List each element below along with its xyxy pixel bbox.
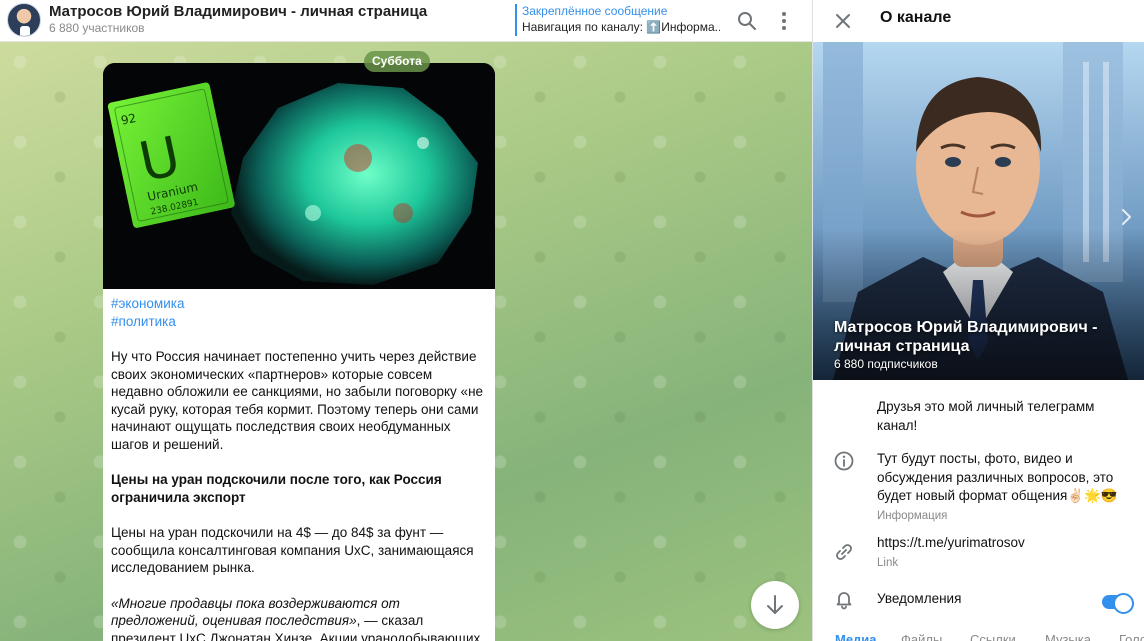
subscriber-count: 6 880 подписчиков	[834, 357, 938, 371]
channel-cover-photo[interactable]: Матросов Юрий Владимирович - личная стра…	[813, 42, 1144, 380]
tab-links[interactable]: Ссылки	[970, 632, 1016, 641]
search-button[interactable]	[734, 8, 760, 34]
notifications-label: Уведомления	[877, 591, 962, 606]
more-menu-button[interactable]	[771, 8, 797, 34]
more-vertical-icon	[782, 12, 786, 30]
chevron-right-icon	[1122, 209, 1131, 225]
link-text-block: https://t.me/yurimatrosov Link	[877, 534, 1129, 572]
post-text: #экономика #политика Ну что Россия начин…	[103, 289, 495, 641]
channel-avatar[interactable]	[7, 3, 41, 37]
tab-media[interactable]: Медиа	[835, 632, 877, 641]
info-panel-header: О канале	[813, 0, 1144, 42]
info-icon	[833, 450, 855, 472]
chat-header[interactable]: Матросов Юрий Владимирович - личная стра…	[0, 0, 812, 42]
post-paragraph: «Многие продавцы пока воздерживаются от …	[111, 595, 487, 641]
uranium-photo-illustration: 92 U Uranium 238.02891	[103, 63, 495, 289]
channel-title[interactable]: Матросов Юрий Владимирович - личная стра…	[49, 3, 427, 20]
notifications-toggle[interactable]	[1102, 593, 1134, 614]
channel-link[interactable]: https://t.me/yurimatrosov	[877, 534, 1129, 553]
info-panel-title: О канале	[880, 9, 952, 26]
tab-music[interactable]: Музыка	[1045, 632, 1091, 641]
pinned-message-bar[interactable]: Закреплённое сообщение Навигация по кана…	[515, 4, 720, 36]
scroll-down-button[interactable]	[751, 581, 799, 629]
hashtag-economy[interactable]: #экономика	[111, 295, 487, 313]
close-button[interactable]	[830, 8, 856, 34]
post-paragraph: Цены на уран подскочили на 4$ — до 84$ з…	[111, 525, 474, 575]
channel-info-panel: О канале Матросов Юрий Владимирович - ли…	[812, 0, 1144, 641]
tab-voice[interactable]: Голос	[1119, 632, 1144, 641]
pinned-message-title: Закреплённое сообщение	[522, 4, 668, 18]
description-label: Информация	[877, 509, 948, 522]
shared-media-tabs: Медиа Файлы Ссылки Музыка Голос	[813, 632, 1144, 641]
pinned-message-text: Навигация по каналу: ⬆️Информа...	[522, 20, 720, 34]
description-intro: Друзья это мой личный телеграмм канал!	[877, 399, 1095, 433]
hashtag-politics[interactable]: #политика	[111, 313, 487, 331]
member-count: 6 880 участников	[49, 21, 145, 35]
channel-post[interactable]: 92 U Uranium 238.02891 #экономика #полит…	[103, 63, 495, 641]
post-paragraph: Ну что Россия начинает постепенно учить …	[111, 349, 484, 452]
next-photo-button[interactable]	[1117, 202, 1137, 232]
post-headline: Цены на уран подскочили после того, как …	[111, 472, 442, 505]
link-label: Link	[877, 556, 899, 569]
description-text-block: Тут будут посты, фото, видео и обсуждени…	[877, 450, 1129, 525]
bell-icon	[833, 588, 855, 610]
close-icon	[836, 14, 850, 28]
link-icon	[833, 541, 855, 563]
channel-name: Матросов Юрий Владимирович - личная стра…	[834, 319, 1098, 355]
chat-area: Матросов Юрий Владимирович - личная стра…	[0, 0, 812, 641]
arrow-down-icon	[767, 595, 783, 614]
search-icon	[738, 12, 756, 30]
post-photo[interactable]: 92 U Uranium 238.02891	[103, 63, 495, 289]
date-badge: Суббота	[364, 51, 430, 72]
tab-files[interactable]: Файлы	[901, 632, 942, 641]
description-text: Тут будут посты, фото, видео и обсуждени…	[877, 451, 1118, 503]
